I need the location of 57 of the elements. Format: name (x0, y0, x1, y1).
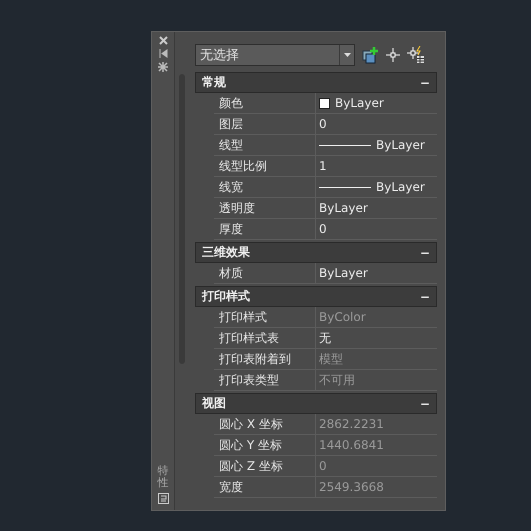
section-title: 三维效果 (202, 244, 250, 261)
collapse-toggle[interactable]: − (420, 246, 430, 260)
property-value: 2862.2231 (319, 416, 384, 433)
property-label: 透明度 (214, 198, 316, 218)
section-header[interactable]: 打印样式 − (195, 286, 437, 307)
property-value: ByLayer (319, 200, 368, 217)
property-label: 颜色 (214, 93, 316, 113)
property-value: ByLayer (376, 179, 425, 196)
property-label: 打印表类型 (214, 370, 316, 390)
property-value: 1 (319, 158, 327, 175)
section-title: 打印样式 (202, 288, 250, 305)
autohide-icon[interactable] (158, 49, 168, 58)
property-label: 打印样式表 (214, 328, 316, 348)
section-header[interactable]: 常规 − (195, 72, 437, 93)
property-label: 打印样式 (214, 307, 316, 327)
property-label: 线宽 (214, 177, 316, 197)
property-value: ByLayer (319, 265, 368, 282)
property-label: 图层 (214, 114, 316, 134)
property-label: 线型比例 (214, 156, 316, 176)
quick-select-icon[interactable] (361, 46, 379, 64)
property-value: ByLayer (376, 137, 425, 154)
property-value: 2549.3668 (319, 479, 384, 496)
property-label: 宽度 (214, 477, 316, 497)
palette-title: 特性 (158, 464, 168, 489)
section-header[interactable]: 三维效果 − (195, 242, 437, 263)
property-value: ByLayer (335, 95, 384, 112)
settings-icon[interactable] (158, 62, 168, 72)
section-header[interactable]: 视图 − (195, 393, 437, 414)
selection-dropdown[interactable]: 无选择 (195, 44, 355, 66)
property-label: 打印表附着到 (214, 349, 316, 369)
property-value: 不可用 (319, 372, 355, 389)
property-label: 圆心 X 坐标 (214, 414, 316, 434)
property-value: 0 (319, 116, 327, 133)
close-icon[interactable] (158, 36, 168, 45)
crosshair-table-icon[interactable] (407, 46, 425, 64)
line-sample-icon (319, 186, 371, 188)
property-label: 厚度 (214, 219, 316, 239)
section-title: 视图 (202, 395, 226, 412)
property-value: 0 (319, 221, 327, 238)
line-sample-icon (319, 144, 371, 146)
property-value: 模型 (319, 351, 343, 368)
caret-icon (339, 45, 354, 65)
property-label: 圆心 Z 坐标 (214, 456, 316, 476)
property-value: 1440.6841 (319, 437, 384, 454)
property-label: 材质 (214, 263, 316, 283)
collapse-toggle[interactable]: − (420, 290, 430, 304)
crosshair-icon[interactable] (385, 47, 401, 63)
property-value: ByColor (319, 309, 366, 326)
property-label: 线型 (214, 135, 316, 155)
property-label: 圆心 Y 坐标 (214, 435, 316, 455)
color-swatch-icon (319, 98, 330, 108)
section-title: 常规 (202, 74, 226, 91)
property-value: 0 (319, 458, 327, 475)
collapse-toggle[interactable]: − (420, 396, 430, 410)
collapse-toggle[interactable]: − (420, 76, 430, 90)
menu-icon[interactable] (158, 493, 168, 504)
property-value: 无 (319, 330, 331, 347)
